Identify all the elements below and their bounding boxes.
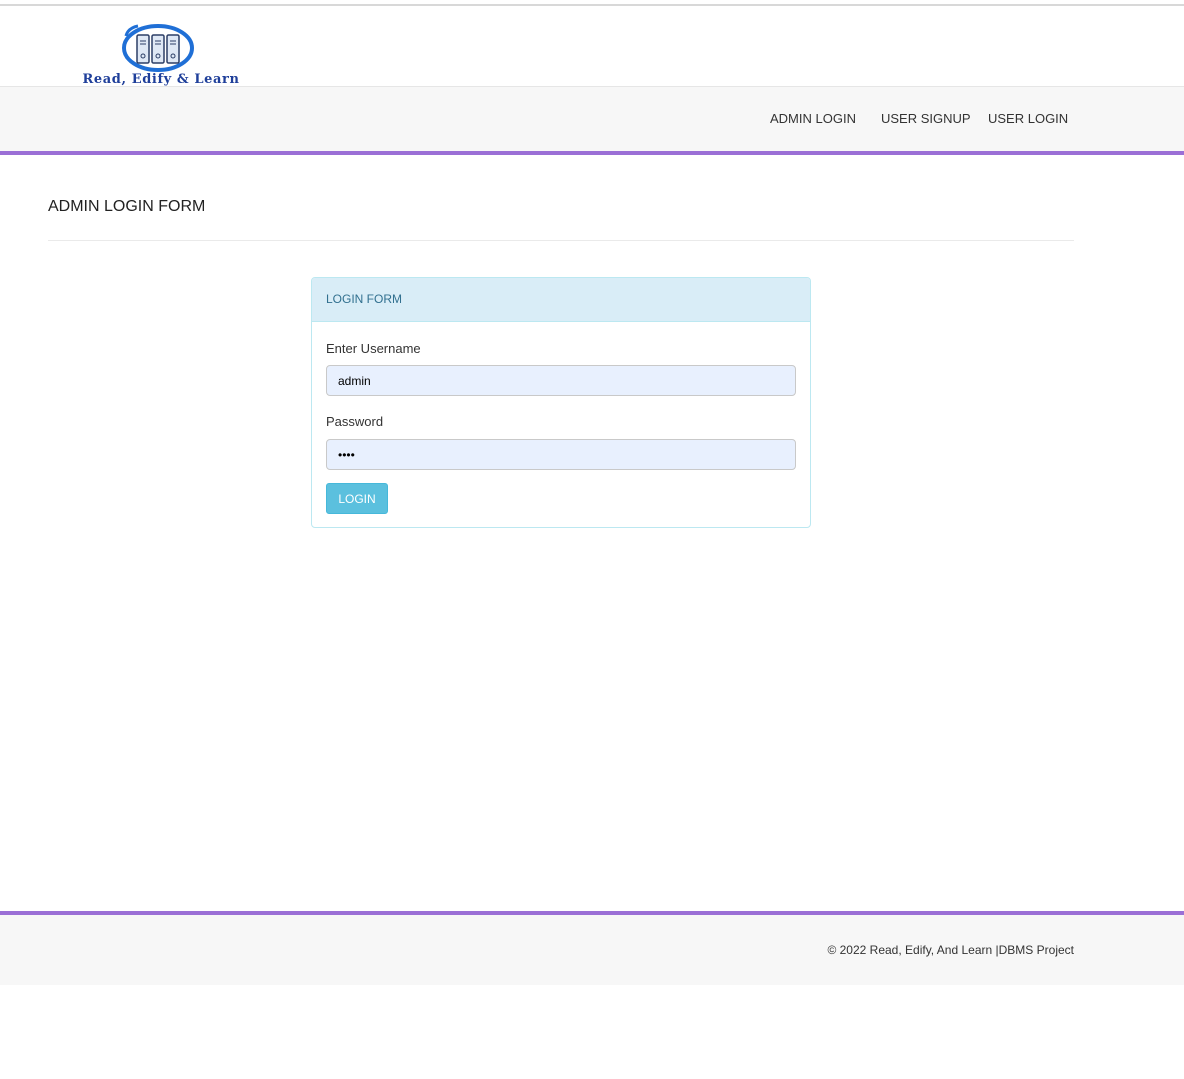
title-divider: [48, 240, 1074, 241]
password-label: Password: [326, 414, 384, 429]
nav-user-signup[interactable]: USER SIGNUP: [881, 111, 971, 126]
login-button[interactable]: LOGIN: [326, 483, 388, 514]
password-input[interactable]: [326, 439, 796, 470]
panel-heading: LOGIN FORM: [312, 278, 810, 322]
login-panel: LOGIN FORM Enter Username Password LOGIN: [311, 277, 811, 528]
top-border: [0, 4, 1184, 6]
navbar: ADMIN LOGIN USER SIGNUP USER LOGIN: [0, 86, 1184, 152]
footer: © 2022 Read, Edify, And Learn |DBMS Proj…: [0, 915, 1184, 985]
nav-user-login[interactable]: USER LOGIN: [988, 111, 1068, 126]
logo-text: Read, Edify & Learn: [82, 72, 240, 87]
page-title: ADMIN LOGIN FORM: [48, 198, 206, 215]
footer-copyright: © 2022 Read, Edify, And Learn |DBMS Proj…: [827, 943, 1074, 957]
navbar-accent-line: [0, 151, 1184, 155]
username-input[interactable]: [326, 365, 796, 396]
username-label: Enter Username: [326, 341, 421, 356]
nav-admin-login[interactable]: ADMIN LOGIN: [770, 111, 856, 126]
site-logo[interactable]: Read, Edify & Learn: [48, 22, 272, 90]
